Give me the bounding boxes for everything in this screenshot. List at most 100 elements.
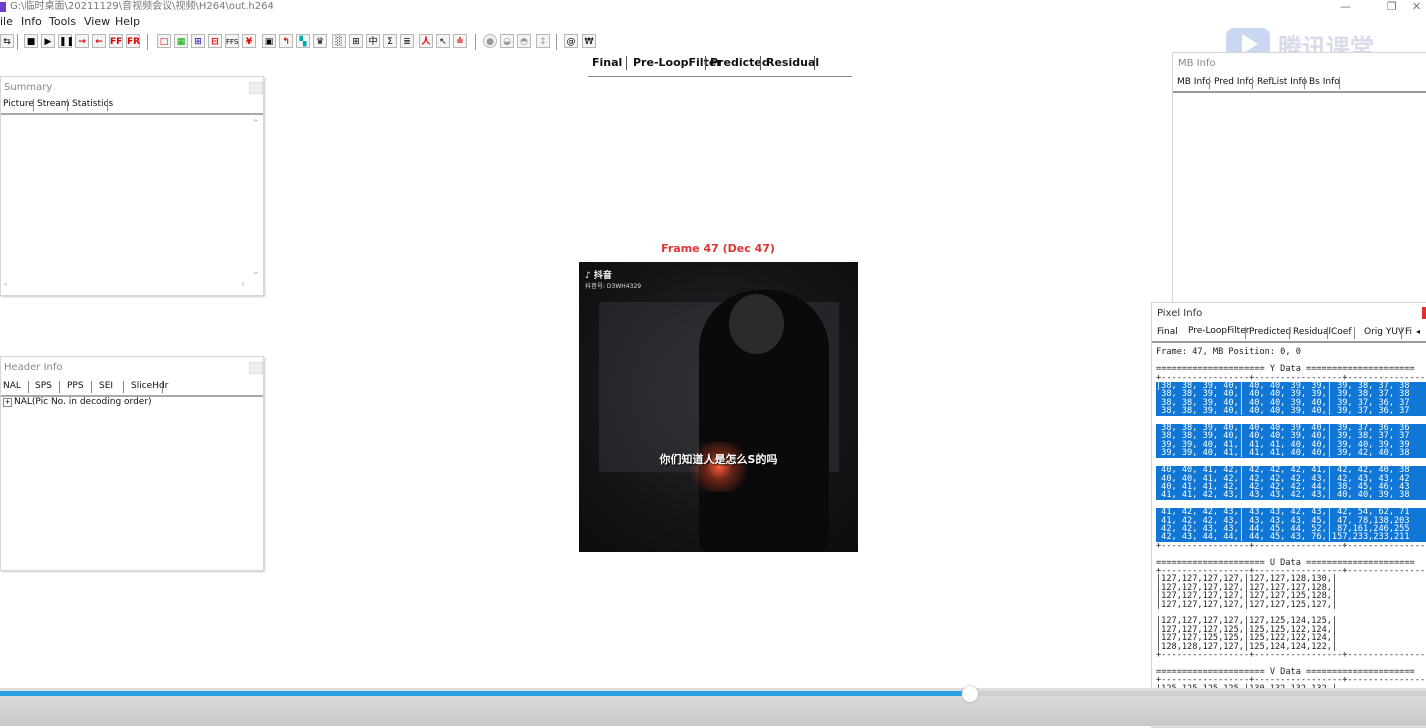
menu-file[interactable]: ile [0, 14, 13, 30]
tab-pre-loopfilter[interactable]: Pre-LoopFilter [633, 56, 722, 69]
grid-icon[interactable]: ▦ [174, 34, 188, 48]
tab-picture[interactable]: Picture [3, 99, 34, 109]
next-frame-button[interactable]: → [75, 34, 89, 48]
maximize-button[interactable]: ❐ [1387, 0, 1397, 14]
title-bar: G:\临时桌面\20211129\音视频会议\视频\H264\out.h264 … [0, 0, 1426, 14]
tab-final[interactable]: Final [592, 56, 622, 69]
window-title: G:\临时桌面\20211129\音视频会议\视频\H264\out.h264 [10, 1, 274, 12]
play-button[interactable]: ▶ [41, 34, 55, 48]
playback-bar [0, 686, 1426, 726]
tab-divider [28, 381, 29, 393]
tab-bs-info[interactable]: Bs Info [1309, 77, 1340, 87]
video-frame[interactable]: ♪ 抖音 抖音号: D3WH4329 你们知道人是怎么S的吗 [579, 262, 858, 552]
tab-pps[interactable]: PPS [67, 381, 84, 391]
tab-final[interactable]: Final [1157, 327, 1178, 337]
tab-mb-info[interactable]: MB Info [1177, 77, 1211, 87]
tab-fi[interactable]: Fi [1405, 327, 1412, 337]
tab-divider [1339, 77, 1340, 89]
tab-divider [705, 56, 706, 70]
tab-sps[interactable]: SPS [35, 381, 52, 391]
tab-residual[interactable]: Residual [766, 56, 819, 69]
oval-icon[interactable]: ◒ [500, 34, 514, 48]
header-info-title: Header Info [4, 362, 63, 373]
minimize-button[interactable]: — [1340, 0, 1351, 14]
panel-close-icon[interactable] [249, 82, 263, 94]
pause-button[interactable]: ❚❚ [58, 34, 74, 48]
binoculars-icon[interactable]: ♛ [313, 34, 327, 48]
toolbar-separator [147, 34, 148, 50]
table-icon[interactable]: ⊞ [349, 34, 363, 48]
stop-button[interactable]: ■ [24, 34, 38, 48]
progress-track[interactable] [970, 691, 1426, 696]
tab-sei[interactable]: SEI [99, 381, 113, 391]
tab-pre-loopfilter[interactable]: Pre-LoopFilter [1188, 326, 1249, 336]
crop-icon[interactable]: ↰ [279, 34, 293, 48]
toolbar: ⇆ ■ ▶ ❚❚ → ← FF FR □ ▦ ⊞ ⊟ FFS ¥ ▣ ↰ ▚ ♛… [0, 32, 620, 54]
tab-scroll-icon[interactable]: ◂ [1416, 327, 1420, 336]
about-icon[interactable]: ₩ [582, 34, 596, 48]
oval-low-icon[interactable]: ◓ [517, 34, 531, 48]
menu-bar: ile Info Tools View Help [0, 14, 1426, 30]
scroll-left-icon[interactable]: ‹ [4, 280, 8, 290]
nal-tree-item[interactable]: NAL(Pic No. in decoding order) [14, 397, 152, 407]
menu-info[interactable]: Info [21, 14, 42, 30]
tab-orig-yuv[interactable]: Orig YUV [1364, 327, 1404, 337]
pattern-icon[interactable]: ░ [332, 34, 346, 48]
panel-close-icon[interactable] [1422, 307, 1426, 319]
menu-help[interactable]: Help [115, 14, 140, 30]
summary-tabs: Picture Stream Statistics [1, 97, 263, 115]
tab-divider [123, 381, 124, 393]
prev-frame-button[interactable]: ← [92, 34, 106, 48]
menu-tools[interactable]: Tools [49, 14, 76, 30]
video-person-head [729, 294, 784, 354]
yuv-icon[interactable]: ¥ [242, 34, 256, 48]
color-icon[interactable]: ▚ [296, 34, 310, 48]
circle-icon[interactable]: ● [483, 34, 497, 48]
tab-nal[interactable]: NAL [3, 381, 21, 391]
line-icon[interactable]: ≐ [453, 34, 467, 48]
mb-info-tabs: MB Info Pred Info RefList Info Bs Info [1173, 75, 1426, 93]
main-view-tabs: Final Pre-LoopFilter Predicted Residual [588, 54, 852, 77]
menu-view[interactable]: View [84, 14, 110, 30]
summary-panel: Summary Picture Stream Statistics ⌃ ⌄ ‹ … [0, 76, 264, 296]
fast-forward-button[interactable]: FF [109, 34, 123, 48]
tab-divider [1245, 327, 1246, 339]
tab-predicted[interactable]: Predicted [1249, 327, 1291, 337]
progress-knob[interactable] [962, 686, 978, 702]
tab-divider [162, 381, 163, 393]
close-button[interactable]: ✕ [1412, 0, 1421, 14]
split-icon[interactable]: ⊟ [208, 34, 222, 48]
tab-reflist-info[interactable]: RefList Info [1257, 77, 1307, 87]
open-icon[interactable]: ⇆ [0, 34, 14, 48]
pixel-row: 41, 41, 42, 43,| 43, 43, 42, 43,| 40, 40… [1156, 491, 1426, 500]
updown-icon[interactable]: ↕ [536, 34, 550, 48]
fps-button[interactable]: FFS [225, 34, 239, 48]
panel-close-icon[interactable] [249, 362, 263, 374]
scroll-up-icon[interactable]: ⌃ [252, 119, 260, 129]
tab-coef[interactable]: Coef [1331, 327, 1352, 337]
tab-divider [1289, 327, 1290, 339]
pixel-data-text[interactable]: Frame: 47, MB Position: 0, 0 ===========… [1156, 340, 1426, 718]
toolbar-separator [17, 34, 18, 50]
scroll-down-icon[interactable]: ⌄ [252, 267, 260, 277]
tab-stream[interactable]: Stream [37, 99, 70, 109]
person-icon[interactable]: 人 [419, 34, 433, 48]
fast-rewind-button[interactable]: FR [126, 34, 140, 48]
cursor-icon[interactable]: ↖ [436, 34, 450, 48]
center-icon[interactable]: 中 [366, 34, 380, 48]
align-icon[interactable]: ≣ [400, 34, 414, 48]
at-icon[interactable]: @ [564, 34, 578, 48]
save-icon[interactable]: ▣ [262, 34, 276, 48]
douyin-uid: 抖音号: D3WH4329 [585, 283, 642, 290]
tree-expand-icon[interactable]: + [3, 398, 12, 407]
box-icon[interactable]: □ [157, 34, 171, 48]
tab-divider [1327, 327, 1328, 339]
sigma-icon[interactable]: Σ [383, 34, 397, 48]
tab-divider [626, 56, 627, 70]
pixel-row: |127,127,127,127,|127,127,125,127,| [1156, 599, 1338, 610]
scroll-right-icon[interactable]: › [241, 280, 245, 290]
header-tabs: NAL SPS PPS SEI SliceHdr [1, 379, 263, 397]
mb-grid-icon[interactable]: ⊞ [191, 34, 205, 48]
tab-residual[interactable]: Residual [1293, 327, 1331, 337]
tab-pred-info[interactable]: Pred Info [1214, 77, 1254, 87]
